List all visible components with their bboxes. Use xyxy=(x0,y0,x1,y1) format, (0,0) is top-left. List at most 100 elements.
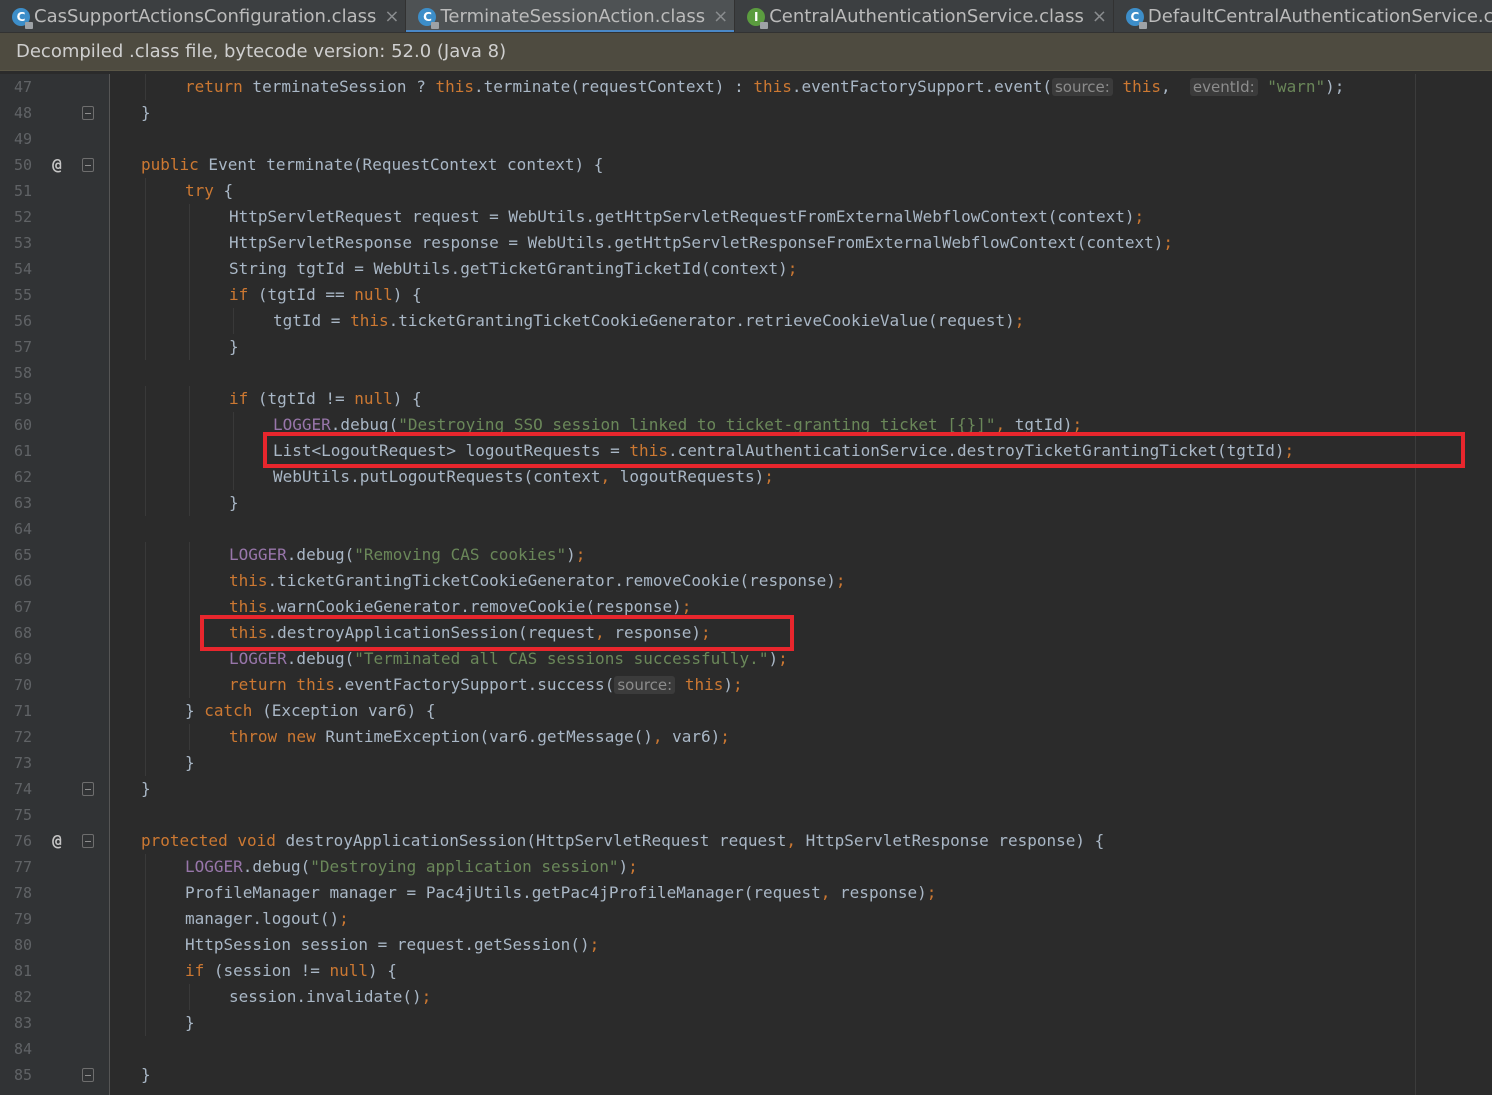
code-line: 70 return this.eventFactorySupport.succes… xyxy=(0,672,1492,698)
line-number: 47 xyxy=(13,78,32,96)
line-number: 82 xyxy=(13,988,32,1006)
code-line: 47 return terminateSession ? this.termina… xyxy=(0,74,1492,100)
fold-toggle-icon[interactable] xyxy=(82,158,94,172)
parameter-hint: source: xyxy=(1051,78,1113,96)
code-token: ) xyxy=(618,857,629,876)
code-token: } xyxy=(185,1013,195,1032)
code-token: , xyxy=(652,727,663,746)
code-editor[interactable]: 47 return terminateSession ? this.termina… xyxy=(0,74,1492,1095)
code-token: WebUtils.putLogoutRequests(context xyxy=(273,467,601,486)
indent-guide xyxy=(189,204,190,230)
file-type-letter: C xyxy=(16,9,26,24)
line-number: 85 xyxy=(13,1066,32,1084)
editor-tab[interactable]: C TerminateSessionAction.class × xyxy=(406,0,736,32)
close-icon[interactable]: × xyxy=(713,6,728,27)
indent-guide xyxy=(145,724,146,750)
close-icon[interactable]: × xyxy=(1092,6,1107,27)
line-number: 49 xyxy=(13,130,32,148)
code-token: ; xyxy=(720,727,730,746)
code-text: LOGGER.debug("Destroying application ses… xyxy=(185,854,638,880)
override-marker-icon[interactable]: @ xyxy=(48,152,66,178)
indent-guide xyxy=(145,750,146,776)
editor-tab[interactable]: C CasSupportActionsConfiguration.class × xyxy=(0,0,407,32)
code-token: String tgtId = WebUtils.getTicketGrantin… xyxy=(229,259,788,278)
indent-guide xyxy=(145,698,146,724)
code-line: 53 HttpServletResponse response = WebUtil… xyxy=(0,230,1492,256)
editor-tab[interactable]: I CentralAuthenticationService.class × xyxy=(735,0,1114,32)
line-number: 66 xyxy=(13,572,32,590)
code-token: .debug( xyxy=(286,649,355,668)
indent-guide xyxy=(145,282,146,308)
fold-toggle-icon[interactable] xyxy=(82,834,94,848)
code-token: .terminate(requestContext) : xyxy=(473,77,754,96)
interface-icon: I xyxy=(747,7,769,29)
code-token: , xyxy=(1161,77,1190,96)
code-token: tgtId = xyxy=(273,311,351,330)
close-icon[interactable]: × xyxy=(384,6,399,27)
indent-guide xyxy=(189,386,190,412)
code-token: if xyxy=(229,285,249,304)
code-token: Event terminate(RequestContext context) … xyxy=(198,155,604,174)
code-token: } xyxy=(141,1065,151,1084)
indent-guide xyxy=(145,438,146,464)
line-number: 50 xyxy=(13,156,32,174)
code-token: .ticketGrantingTicketCookieGenerator.ret… xyxy=(388,311,1015,330)
parameter-hint: eventId: xyxy=(1189,78,1258,96)
editor-tab[interactable]: C DefaultCentralAuthenticationService.cla… xyxy=(1114,0,1492,32)
code-token: this xyxy=(1122,77,1162,96)
code-token: HttpServletRequest request = WebUtils.ge… xyxy=(229,207,1135,226)
line-number: 54 xyxy=(13,260,32,278)
code-token: .eventFactorySupport.success( xyxy=(334,675,615,694)
code-line: 52 HttpServletRequest request = WebUtils.… xyxy=(0,204,1492,230)
indent-guide xyxy=(189,542,190,568)
highlight-box-destroy-tgt xyxy=(263,432,1465,468)
line-number: 77 xyxy=(13,858,32,876)
indent-guide xyxy=(189,230,190,256)
code-line: 55 if (tgtId == null) { xyxy=(0,282,1492,308)
code-token: .warnCookieGenerator.removeCookie(respon… xyxy=(267,597,682,616)
decompiled-banner: Decompiled .class file, bytecode version… xyxy=(0,33,1492,71)
editor-tab-bar: C CasSupportActionsConfiguration.class × C T… xyxy=(0,0,1492,33)
fold-toggle-icon[interactable] xyxy=(82,1068,94,1082)
code-text: if (tgtId != null) { xyxy=(229,386,422,412)
line-number: 72 xyxy=(13,728,32,746)
file-type-letter: I xyxy=(753,9,759,24)
code-token: return this xyxy=(229,675,335,694)
code-token: ; xyxy=(787,259,798,278)
fold-toggle-icon[interactable] xyxy=(82,106,94,120)
code-token: this xyxy=(350,311,389,330)
code-token: , xyxy=(600,467,611,486)
code-line: 63} xyxy=(0,490,1492,516)
override-marker-icon[interactable]: @ xyxy=(48,828,66,854)
indent-guide xyxy=(145,308,146,334)
code-line: 80 HttpSession session = request.getSessi… xyxy=(0,932,1492,958)
code-token: public xyxy=(141,155,199,174)
code-text: LOGGER.debug("Removing CAS cookies"); xyxy=(229,542,585,568)
fold-toggle-icon[interactable] xyxy=(82,782,94,796)
code-token: ; xyxy=(589,935,600,954)
code-text: ProfileManager manager = Pac4jUtils.getP… xyxy=(185,880,936,906)
code-token: HttpSession session = request.getSession… xyxy=(185,935,590,954)
line-number: 60 xyxy=(13,416,32,434)
code-line: 77 LOGGER.debug("Destroying application s… xyxy=(0,854,1492,880)
lock-icon xyxy=(431,21,440,29)
line-number: 81 xyxy=(13,962,32,980)
code-text: } xyxy=(141,100,151,126)
code-token: throw new xyxy=(229,727,316,746)
indent-guide xyxy=(189,568,190,594)
code-line: 72 throw new RuntimeException(var6.getMes… xyxy=(0,724,1492,750)
line-number: 68 xyxy=(13,624,32,642)
line-number: 65 xyxy=(13,546,32,564)
code-token: catch xyxy=(204,701,253,720)
indent-guide xyxy=(145,646,146,672)
line-number: 58 xyxy=(13,364,32,382)
code-line: 59 if (tgtId != null) { xyxy=(0,386,1492,412)
code-token: terminateSession ? xyxy=(242,77,436,96)
indent-guide xyxy=(145,880,146,906)
code-line: 85} xyxy=(0,1062,1492,1088)
line-number: 62 xyxy=(13,468,32,486)
file-type-letter: C xyxy=(1130,9,1140,24)
code-token: } xyxy=(185,701,205,720)
indent-guide xyxy=(145,256,146,282)
code-line: 54 String tgtId = WebUtils.getTicketGrant… xyxy=(0,256,1492,282)
